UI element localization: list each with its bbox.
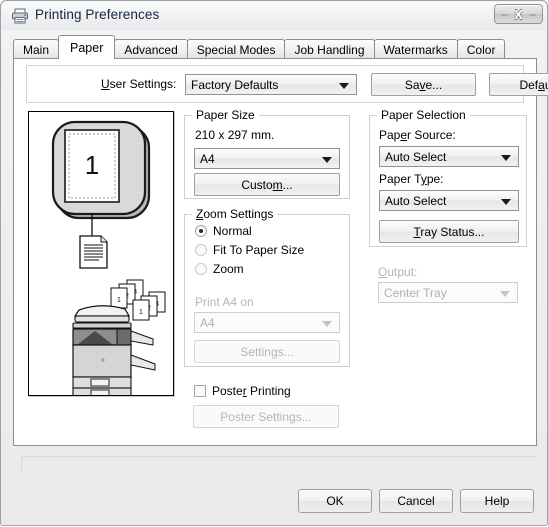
paper-size-value: A4 bbox=[200, 151, 215, 166]
help-button[interactable]: Help bbox=[460, 489, 534, 513]
tab-paper[interactable]: Paper bbox=[58, 35, 116, 59]
paper-size-group: Paper Size 210 x 297 mm. A4 Custom... bbox=[184, 108, 350, 199]
zoom-option-normal-label: Normal bbox=[213, 224, 252, 238]
paper-tab-page: User Settings: Factory Defaults Save... … bbox=[13, 58, 548, 446]
poster-settings-button: Poster Settings... bbox=[193, 405, 339, 428]
preview-page-number: 1 bbox=[85, 150, 99, 180]
paper-size-dimensions: 210 x 297 mm. bbox=[195, 128, 275, 142]
paper-source-combo[interactable]: Auto Select bbox=[379, 146, 519, 167]
chevron-down-icon bbox=[322, 320, 332, 327]
save-button-label: Save... bbox=[404, 77, 443, 92]
paper-size-group-title: Paper Size bbox=[192, 108, 259, 122]
save-button[interactable]: Save... bbox=[371, 73, 476, 96]
tab-color[interactable]: Color bbox=[456, 39, 506, 59]
zoom-option-zoom-label: Zoom bbox=[213, 262, 244, 276]
chevron-down-icon bbox=[339, 82, 349, 89]
poster-printing-checkbox-row[interactable]: Poster Printing bbox=[194, 384, 291, 398]
custom-paper-size-button[interactable]: Custom... bbox=[194, 173, 340, 196]
output-combo: Center Tray bbox=[378, 282, 518, 303]
paper-type-label: Paper Type: bbox=[379, 172, 444, 186]
printing-preferences-window: Printing Preferences X Main Paper Advanc… bbox=[0, 0, 548, 526]
print-on-value: A4 bbox=[200, 315, 215, 330]
preview-illustration: 1 3 bbox=[51, 120, 166, 395]
chevron-down-icon bbox=[501, 154, 511, 161]
print-on-label: Print A4 on bbox=[195, 295, 254, 309]
zoom-option-normal[interactable]: Normal bbox=[195, 224, 252, 238]
defaults-button[interactable]: Defaults bbox=[489, 73, 548, 96]
user-settings-value: Factory Defaults bbox=[191, 77, 279, 92]
custom-button-label: Custom... bbox=[241, 177, 293, 192]
tab-watermarks[interactable]: Watermarks bbox=[373, 39, 458, 59]
paper-source-label: Paper Source: bbox=[379, 128, 456, 142]
status-bar bbox=[21, 456, 537, 474]
poster-settings-button-label: Poster Settings... bbox=[220, 409, 312, 424]
paper-type-value: Auto Select bbox=[385, 193, 447, 208]
paper-size-combo[interactable]: A4 bbox=[194, 148, 340, 169]
user-settings-bar: User Settings: Factory Defaults Save... … bbox=[26, 65, 548, 103]
tab-job-handling[interactable]: Job Handling bbox=[284, 39, 375, 59]
zoom-option-fit-to-paper-size[interactable]: Fit To Paper Size bbox=[195, 243, 304, 257]
cancel-button[interactable]: Cancel bbox=[379, 489, 453, 513]
poster-printing-checkbox[interactable] bbox=[194, 385, 206, 397]
print-on-combo: A4 bbox=[194, 312, 340, 333]
zoom-option-zoom[interactable]: Zoom bbox=[195, 262, 244, 276]
printer-icon bbox=[12, 8, 28, 24]
tab-special-modes[interactable]: Special Modes bbox=[186, 39, 286, 59]
tab-main[interactable]: Main bbox=[13, 39, 60, 59]
chevron-down-icon bbox=[322, 156, 332, 163]
user-settings-label-rest: ser Settings: bbox=[109, 77, 177, 91]
tray-status-button-label: Tray Status... bbox=[413, 224, 485, 239]
radio-fit-to-paper-size-icon bbox=[195, 244, 207, 256]
window-title: Printing Preferences bbox=[35, 7, 160, 22]
dialog-button-bar: OK Cancel Help bbox=[1, 489, 548, 527]
paper-selection-group: Paper Selection Paper Source: Auto Selec… bbox=[369, 108, 527, 247]
title-bar: Printing Preferences X bbox=[2, 2, 546, 30]
zoom-option-fit-label: Fit To Paper Size bbox=[213, 243, 305, 257]
output-value: Center Tray bbox=[384, 285, 447, 300]
tab-strip: Main Paper Advanced Special Modes Job Ha… bbox=[13, 35, 506, 59]
user-settings-combo[interactable]: Factory Defaults bbox=[185, 74, 357, 95]
output-label: Output: bbox=[378, 265, 418, 279]
zoom-settings-group-title: Zoom Settings bbox=[192, 207, 278, 221]
poster-printing-label: Poster Printing bbox=[212, 384, 291, 398]
zoom-settings-group: Zoom Settings Normal Fit To Paper Size Z… bbox=[184, 207, 350, 367]
svg-text:1: 1 bbox=[117, 297, 121, 304]
ok-button[interactable]: OK bbox=[298, 489, 372, 513]
paper-selection-group-title: Paper Selection bbox=[377, 108, 470, 122]
radio-zoom-icon bbox=[195, 263, 207, 275]
paper-source-value: Auto Select bbox=[385, 149, 447, 164]
svg-text:1: 1 bbox=[139, 309, 143, 316]
paper-type-combo[interactable]: Auto Select bbox=[379, 190, 519, 211]
chevron-down-icon bbox=[500, 290, 510, 297]
tray-status-button[interactable]: Tray Status... bbox=[379, 220, 519, 243]
tab-advanced[interactable]: Advanced bbox=[114, 39, 188, 59]
user-settings-label: User Settings: bbox=[101, 77, 177, 91]
radio-normal-icon bbox=[195, 225, 207, 237]
chevron-down-icon bbox=[501, 198, 511, 205]
zoom-settings-button-label: Settings... bbox=[240, 344, 294, 359]
close-icon: X bbox=[514, 6, 523, 22]
zoom-settings-button: Settings... bbox=[194, 340, 340, 363]
print-preview-panel: 1 3 bbox=[28, 111, 174, 396]
defaults-button-label: Defaults bbox=[519, 77, 548, 92]
close-button[interactable]: X bbox=[494, 4, 543, 24]
